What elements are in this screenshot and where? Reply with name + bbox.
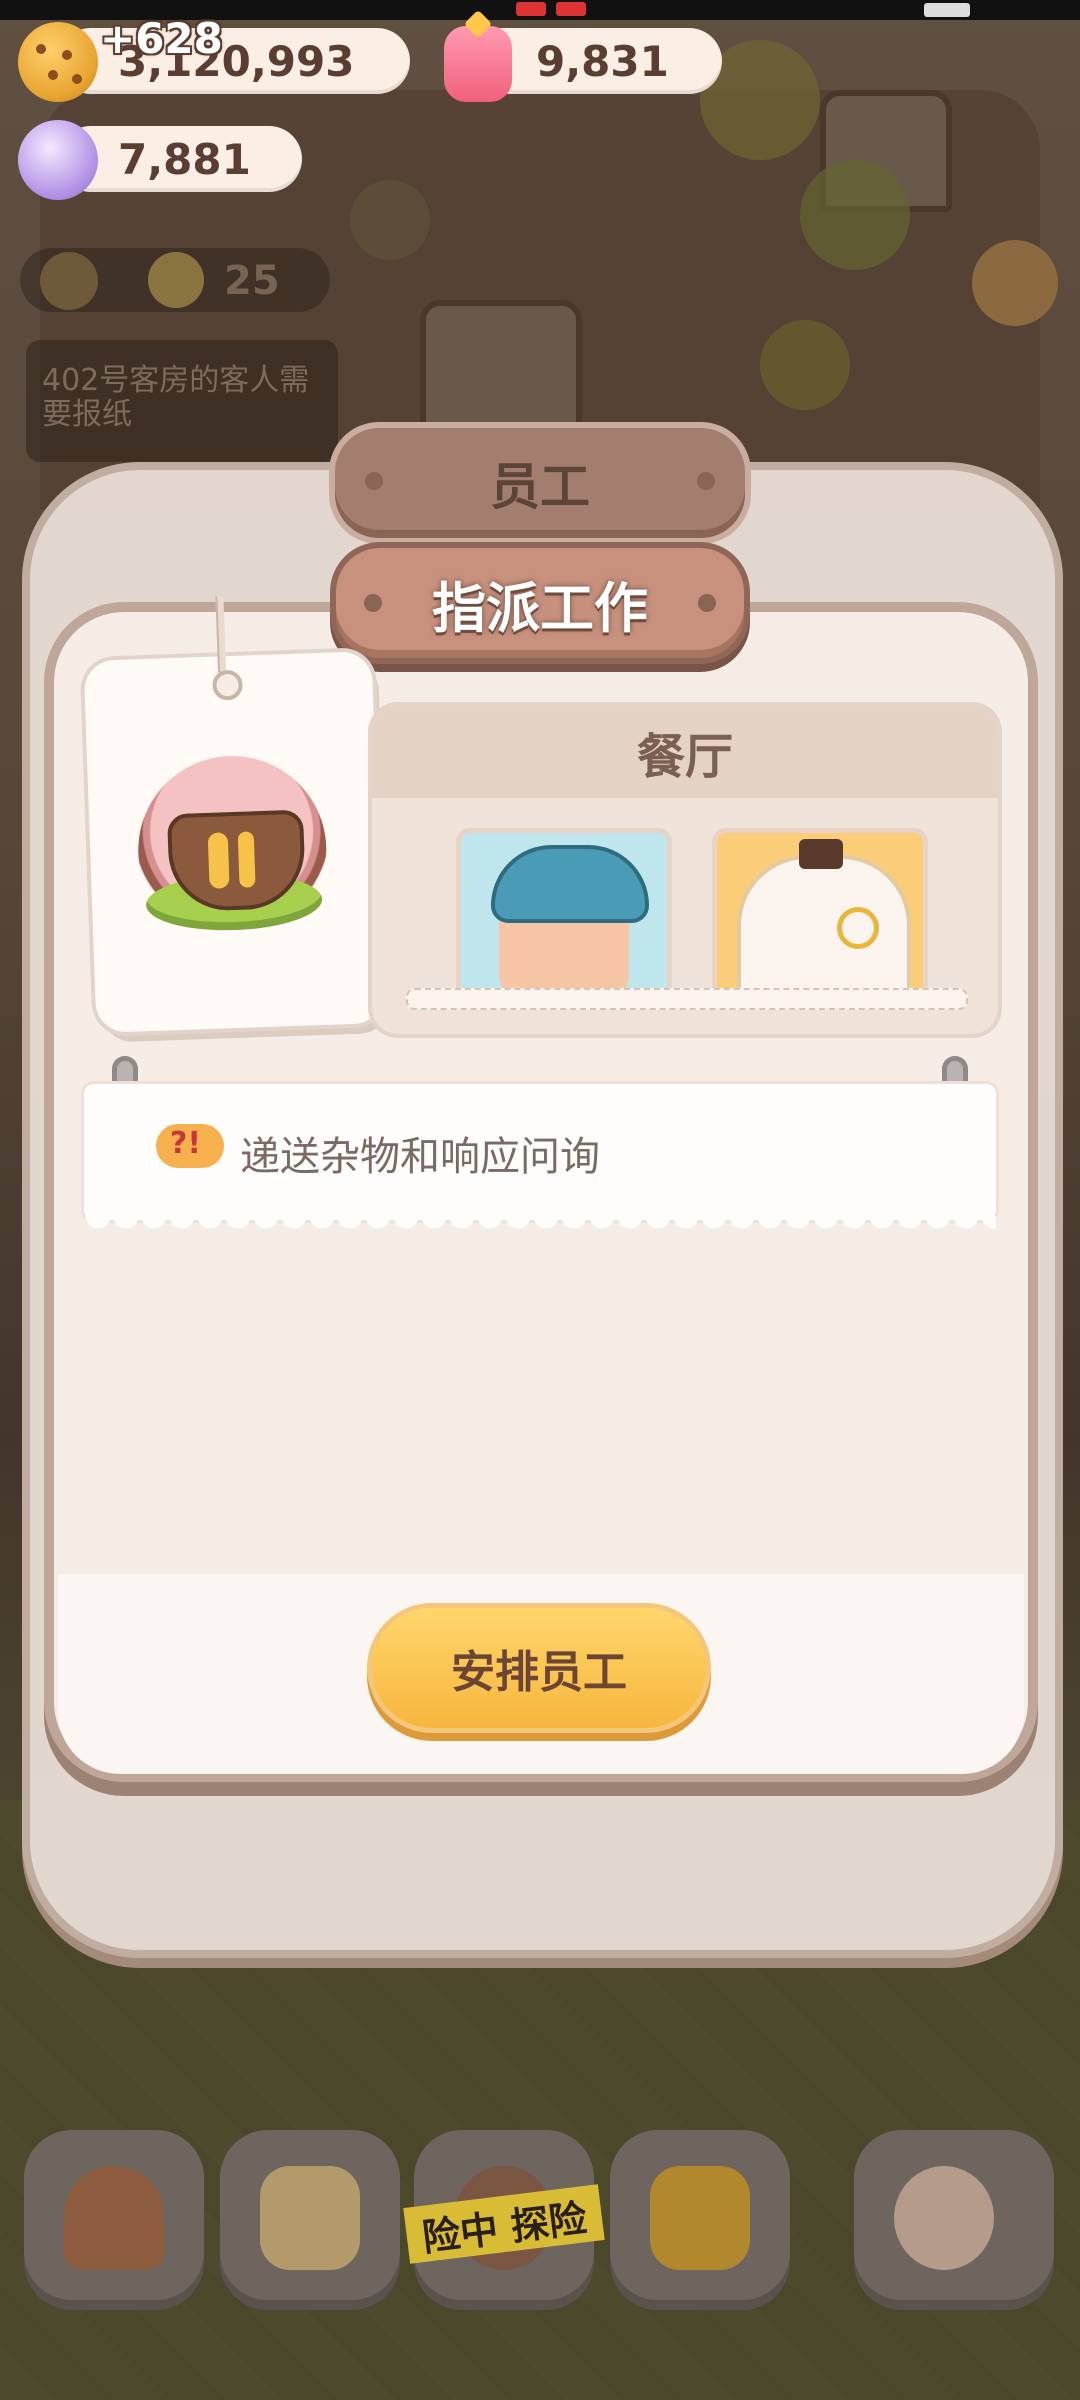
candy-amount: 7,881 <box>118 134 251 184</box>
mushroom-house-icon <box>64 2166 164 2270</box>
job-description: 递送杂物和响应问询 <box>240 1134 600 1180</box>
gear-icon[interactable] <box>972 240 1058 326</box>
nav-shop-button[interactable] <box>610 2130 790 2310</box>
notification-icon <box>516 2 546 16</box>
job-description-ribbon: 递送杂物和响应问询 <box>84 1084 996 1234</box>
chick-icon <box>148 252 204 308</box>
jelly-icon <box>444 26 512 102</box>
question-exclaim-icon <box>156 1124 224 1168</box>
apron-utensils-icon <box>135 752 330 948</box>
fork-icon <box>237 831 256 888</box>
rivet-icon <box>698 594 716 612</box>
spoon-icon <box>207 832 230 889</box>
assign-work-header: 指派工作 <box>336 548 744 658</box>
shop-bag-icon <box>650 2166 750 2270</box>
hint-counter[interactable]: 25 <box>20 248 330 312</box>
department-panel: 餐厅 <box>372 706 998 1034</box>
dialog-title: 员工 <box>335 428 745 538</box>
candy-icon <box>18 120 98 200</box>
tag-hole <box>212 669 244 701</box>
monocle-icon <box>837 907 879 949</box>
staff-rail <box>406 988 968 1010</box>
staff-card-cat[interactable] <box>712 828 928 1010</box>
nav-pet-button[interactable] <box>854 2130 1054 2310</box>
department-name: 餐厅 <box>372 706 998 798</box>
guest-request-notice[interactable]: 402号客房的客人需要报纸 <box>26 340 338 462</box>
staff-card-boy[interactable] <box>456 828 672 1010</box>
battery-icon <box>924 3 970 17</box>
sun-icon <box>40 252 98 310</box>
blue-cap-icon <box>491 845 649 923</box>
nav-mushroom-house-button[interactable] <box>24 2130 204 2310</box>
job-tag-card <box>83 596 385 1033</box>
rivet-icon <box>364 594 382 612</box>
cookie-coin-icon <box>18 22 98 102</box>
top-hat-icon <box>799 839 843 869</box>
rivet-icon <box>697 472 715 490</box>
cat-face <box>737 855 911 1005</box>
notebook-icon <box>260 2166 360 2270</box>
assign-work-title: 指派工作 <box>432 576 648 640</box>
hint-count: 25 <box>224 258 280 304</box>
cookie-gain-label: +628 <box>100 14 223 63</box>
dialog-title-text: 员工 <box>490 458 590 516</box>
notification-icon <box>556 2 586 16</box>
pet-icon <box>894 2166 994 2270</box>
rivet-icon <box>365 472 383 490</box>
jelly-amount: 9,831 <box>536 36 669 86</box>
nav-notebook-button[interactable] <box>220 2130 400 2310</box>
assign-staff-button[interactable]: 安排员工 <box>372 1608 706 1728</box>
